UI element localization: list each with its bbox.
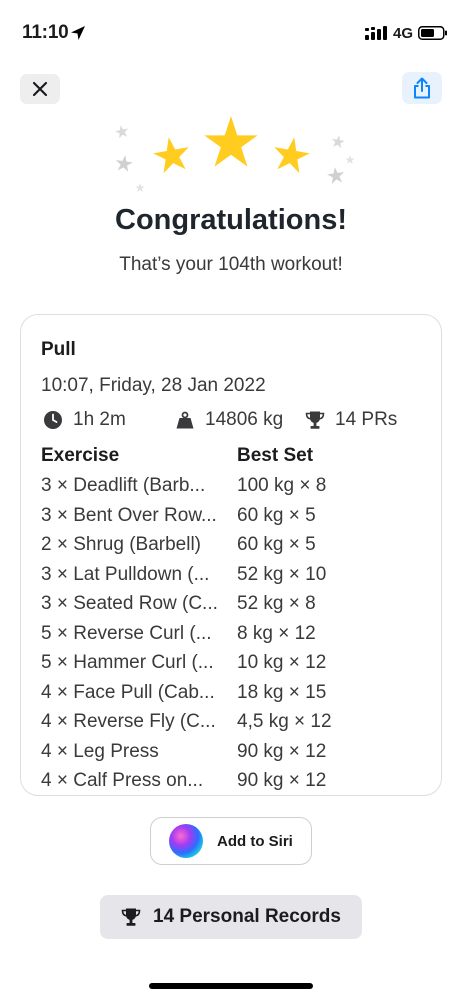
exercise-name: 3 × Bent Over Row...: [41, 504, 217, 526]
share-icon: [414, 77, 430, 99]
best-set: 8 kg × 12: [237, 622, 316, 644]
add-to-siri-button[interactable]: Add to Siri: [150, 817, 312, 865]
exercise-row: 4 × Leg Press 90 kg × 12: [41, 741, 431, 771]
exercise-row: 5 × Reverse Curl (... 8 kg × 12: [41, 623, 431, 653]
exercise-name: 4 × Calf Press on...: [41, 770, 204, 791]
exercise-name: 5 × Hammer Curl (...: [41, 652, 214, 673]
personal-records-button[interactable]: 14 Personal Records: [100, 895, 362, 939]
home-indicator[interactable]: [149, 983, 313, 989]
clock-icon: [44, 411, 62, 429]
close-button[interactable]: [20, 74, 60, 104]
sparkle-star-icon: [345, 155, 355, 165]
exercise-list: 3 × Deadlift (Barb... 100 kg × 8 3 × Bent…: [41, 475, 431, 795]
exercise-name: 5 × Reverse Curl (...: [41, 622, 212, 644]
exercise-row: 5 × Hammer Curl (... 10 kg × 12: [41, 652, 431, 682]
workout-summary-card[interactable]: Pull 10:07, Friday, 28 Jan 2022 1h 2m 14…: [20, 314, 442, 796]
add-to-siri-label: Add to Siri: [217, 832, 293, 850]
personal-records-label: 14 Personal Records: [153, 906, 341, 927]
sparkle-star-icon: [135, 183, 145, 193]
best-set: 4,5 kg × 12: [237, 711, 332, 732]
signal-icon: [365, 26, 387, 40]
duration-value: 1h 2m: [73, 409, 126, 430]
trophy-icon: [121, 908, 141, 926]
best-set: 90 kg × 12: [237, 770, 327, 791]
exercise-name: 4 × Reverse Fly (C...: [41, 711, 216, 732]
siri-icon: [169, 824, 203, 858]
exercise-row: 3 × Deadlift (Barb... 100 kg × 8: [41, 475, 431, 505]
exercise-table-header: Exercise Best Set: [41, 445, 431, 469]
celebration-stars: [114, 116, 355, 193]
star-icon: [150, 134, 193, 175]
workout-name: Pull: [41, 339, 76, 360]
exercise-name: 2 × Shrug (Barbell): [41, 534, 201, 555]
trophy-icon: [305, 411, 325, 429]
sparkle-star-icon: [114, 123, 130, 139]
exercise-row: 4 × Calf Press on... 90 kg × 12: [41, 770, 431, 795]
prs-stat: 14 PRs: [305, 409, 397, 431]
sparkle-star-icon: [326, 165, 346, 185]
exercise-name: 3 × Seated Row (C...: [41, 593, 218, 614]
exercise-column-header: Exercise: [41, 445, 120, 466]
exercise-name: 4 × Face Pull (Cab...: [41, 681, 215, 703]
workout-date: 10:07, Friday, 28 Jan 2022: [41, 375, 266, 396]
best-set: 18 kg × 15: [237, 681, 327, 703]
congrats-title: Congratulations!: [115, 204, 347, 236]
congrats-subtitle: That’s your 104th workout!: [119, 254, 343, 275]
best-set: 10 kg × 12: [237, 652, 327, 673]
exercise-name: 3 × Lat Pulldown (...: [41, 563, 210, 585]
share-button[interactable]: [402, 72, 442, 104]
status-time: 11:10: [22, 22, 69, 43]
star-icon: [270, 134, 313, 175]
best-set-column-header: Best Set: [237, 445, 314, 466]
sparkle-star-icon: [330, 133, 346, 149]
location-arrow-icon: [71, 26, 85, 40]
exercise-row: 2 × Shrug (Barbell) 60 kg × 5: [41, 534, 431, 564]
best-set: 52 kg × 8: [237, 593, 316, 614]
exercise-name: 4 × Leg Press: [41, 740, 159, 762]
exercise-name: 3 × Deadlift (Barb...: [41, 475, 206, 496]
best-set: 100 kg × 8: [237, 475, 327, 496]
close-icon: [32, 81, 48, 97]
volume-value: 14806 kg: [205, 409, 284, 430]
exercise-row: 3 × Lat Pulldown (... 52 kg × 10: [41, 564, 431, 594]
exercise-row: 4 × Face Pull (Cab... 18 kg × 15: [41, 682, 431, 712]
best-set: 90 kg × 12: [237, 740, 327, 762]
best-set: 60 kg × 5: [237, 504, 316, 526]
battery-icon: [418, 26, 447, 40]
star-icon: [204, 116, 258, 167]
exercise-row: 3 × Seated Row (C... 52 kg × 8: [41, 593, 431, 623]
sparkle-star-icon: [114, 153, 134, 173]
volume-stat: 14806 kg: [175, 409, 283, 431]
exercise-row: 3 × Bent Over Row... 60 kg × 5: [41, 505, 431, 535]
network-type: 4G: [393, 25, 414, 42]
best-set: 60 kg × 5: [237, 534, 316, 555]
duration-stat: 1h 2m: [43, 409, 126, 431]
workout-stats: 1h 2m 14806 kg 14 PRs: [41, 409, 431, 433]
exercise-row: 4 × Reverse Fly (C... 4,5 kg × 12: [41, 711, 431, 741]
status-bar: 11:10 4G: [0, 0, 462, 64]
best-set: 52 kg × 10: [237, 563, 327, 585]
weight-icon: [176, 411, 194, 429]
prs-value: 14 PRs: [335, 409, 398, 430]
